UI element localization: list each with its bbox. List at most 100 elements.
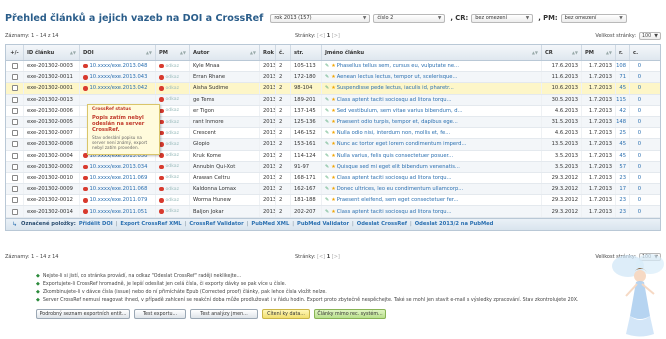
star-icon[interactable]: ★	[331, 85, 335, 91]
pm-link[interactable]: odkaz	[166, 131, 180, 136]
test-names-button[interactable]: Test analýzy jmen...	[190, 309, 258, 319]
edit-icon[interactable]: ✎	[325, 141, 329, 147]
col-toggle[interactable]: +/-	[6, 45, 24, 60]
table-row[interactable]: exe-201302-0001 10.xxxx/exe.2013.042 odkaz…	[6, 83, 660, 95]
bulk-action-link[interactable]: Odeslat CrossRef	[357, 221, 407, 227]
edit-icon[interactable]: ✎	[325, 186, 329, 192]
article-name-link[interactable]: Class aptent taciti sociosqu ad litora t…	[337, 209, 452, 215]
doi-link[interactable]: 10.xxxx/exe.2013.042	[90, 85, 148, 91]
col-name[interactable]: Jméno článku ▲▼	[322, 45, 542, 60]
pubmed-status-icon[interactable]	[159, 97, 164, 102]
row-checkbox[interactable]	[11, 186, 18, 193]
star-icon[interactable]: ★	[331, 175, 335, 181]
pubmed-status-icon[interactable]	[159, 75, 164, 80]
crossref-status-icon[interactable]	[83, 175, 88, 181]
export-entities-button[interactable]: Podrobný seznam exportních entit...	[36, 309, 130, 319]
page-size-select[interactable]: 100▼	[639, 32, 661, 40]
crossref-status-icon[interactable]	[83, 75, 88, 80]
article-name-link[interactable]: Class aptent taciti sociosqu ad litora t…	[337, 175, 452, 181]
col-c[interactable]: c.	[630, 45, 644, 60]
crossref-status-icon[interactable]	[83, 86, 88, 91]
star-icon[interactable]: ★	[331, 130, 335, 136]
crossref-status-icon[interactable]	[83, 164, 88, 170]
pubmed-status-icon[interactable]	[159, 164, 164, 170]
star-icon[interactable]: ★	[331, 197, 335, 203]
test-export-button[interactable]: Test exportu...	[134, 309, 186, 319]
pm-link[interactable]: odkaz	[166, 64, 180, 69]
col-pm-date[interactable]: PM ▲▼	[582, 45, 616, 60]
col-pm[interactable]: PM ▲▼	[156, 45, 190, 60]
pm-link[interactable]: odkaz	[166, 187, 180, 192]
article-name-link[interactable]: Suspendisse pede lectus, iaculis id, pha…	[337, 85, 454, 91]
pm-link[interactable]: odkaz	[166, 198, 180, 203]
edit-icon[interactable]: ✎	[325, 209, 329, 215]
doi-link[interactable]: 10.xxxx/exe.2011.069	[90, 175, 148, 181]
col-pages[interactable]: str.	[291, 45, 322, 60]
article-name-link[interactable]: Sed vestibulum, sem vitae varius bibendu…	[337, 108, 463, 114]
pm-link[interactable]: odkaz	[166, 97, 180, 102]
edit-icon[interactable]: ✎	[325, 63, 329, 69]
outside-articles-button[interactable]: Články mimo rec. systém...	[314, 309, 386, 319]
article-name-link[interactable]: Class aptent taciti sociosqu ad litora t…	[337, 97, 452, 103]
row-checkbox[interactable]	[11, 119, 18, 126]
edit-icon[interactable]: ✎	[325, 164, 329, 170]
row-checkbox[interactable]	[11, 197, 18, 204]
star-icon[interactable]: ★	[331, 119, 335, 125]
crossref-status-icon[interactable]	[83, 63, 88, 69]
prev-page-link[interactable]: [<]	[317, 33, 325, 39]
pm-link[interactable]: odkaz	[166, 86, 180, 91]
star-icon[interactable]: ★	[331, 74, 335, 80]
issue-select[interactable]: číslo 2 ▼	[373, 13, 446, 23]
pm-link[interactable]: odkaz	[166, 175, 180, 180]
table-row[interactable]: exe-201302-0011 10.xxxx/exe.2013.043 odkaz…	[6, 72, 660, 84]
row-checkbox[interactable]	[11, 174, 18, 181]
bulk-action-link[interactable]: PubMed Validator	[297, 221, 349, 227]
article-name-link[interactable]: Quisque sed mi eget elit bibendum venena…	[337, 164, 460, 170]
edit-icon[interactable]: ✎	[325, 119, 329, 125]
pm-link[interactable]: odkaz	[166, 108, 180, 113]
edit-icon[interactable]: ✎	[325, 197, 329, 203]
pm-link[interactable]: odkaz	[166, 142, 180, 147]
bulk-action-link[interactable]: Přidělit DOI	[79, 221, 113, 227]
col-r[interactable]: r.	[616, 45, 630, 60]
row-checkbox[interactable]	[11, 208, 18, 215]
col-id[interactable]: ID článku ▲▼	[24, 45, 80, 60]
table-row[interactable]: exe-201302-0012 10.xxxx/exe.2011.079 odkaz…	[6, 195, 660, 207]
cr-select[interactable]: bez omezení ▼	[471, 13, 534, 23]
article-name-link[interactable]: Nulla odio nisi, interdum non, mollis et…	[337, 130, 451, 136]
doi-link[interactable]: 10.xxxx/exe.2011.068	[90, 186, 148, 192]
pubmed-status-icon[interactable]	[159, 209, 164, 214]
article-name-link[interactable]: Aenean lectus lectus, tempor ut, sceleri…	[337, 74, 458, 80]
doi-link[interactable]: 10.xxxx/exe.2013.043	[90, 74, 148, 80]
article-name-link[interactable]: Praesent eleifend, sem eget consectetuer…	[337, 197, 459, 203]
pubmed-status-icon[interactable]	[159, 86, 164, 91]
star-icon[interactable]: ★	[331, 153, 335, 159]
edit-icon[interactable]: ✎	[325, 85, 329, 91]
pubmed-status-icon[interactable]	[159, 175, 164, 181]
col-doi[interactable]: DOI ▲▼	[80, 45, 156, 60]
star-icon[interactable]: ★	[331, 108, 335, 114]
row-checkbox[interactable]	[11, 130, 18, 137]
crossref-status-icon[interactable]	[83, 209, 88, 214]
article-name-link[interactable]: Praesent odio turpis, tempor et, dapibus…	[337, 119, 458, 125]
row-checkbox[interactable]	[11, 141, 18, 148]
bulk-action-link[interactable]: Export CrossRef XML	[120, 221, 181, 227]
edit-icon[interactable]: ✎	[325, 130, 329, 136]
article-name-link[interactable]: Donec ultrices, leo eu condimentum ullam…	[337, 186, 464, 192]
pubmed-status-icon[interactable]	[159, 186, 164, 192]
star-icon[interactable]: ★	[331, 186, 335, 192]
edit-icon[interactable]: ✎	[325, 175, 329, 181]
pubmed-status-icon[interactable]	[159, 63, 164, 69]
star-icon[interactable]: ★	[331, 209, 335, 215]
col-author[interactable]: Autor ▲▼	[190, 45, 260, 60]
edit-icon[interactable]: ✎	[325, 153, 329, 159]
row-checkbox[interactable]	[11, 152, 18, 159]
year-select[interactable]: rok 2013 (157) ▼	[270, 13, 371, 23]
doi-link[interactable]: 10.xxxx/exe.2013.034	[90, 164, 148, 170]
next-page-link[interactable]: [>]	[332, 33, 340, 39]
edit-icon[interactable]: ✎	[325, 74, 329, 80]
pubmed-status-icon[interactable]	[159, 198, 164, 203]
table-row[interactable]: exe-201302-0010 10.xxxx/exe.2011.069 odkaz…	[6, 172, 660, 185]
edit-icon[interactable]: ✎	[325, 97, 329, 103]
table-row[interactable]: exe-201302-0002 10.xxxx/exe.2013.034 odkaz…	[6, 161, 660, 173]
